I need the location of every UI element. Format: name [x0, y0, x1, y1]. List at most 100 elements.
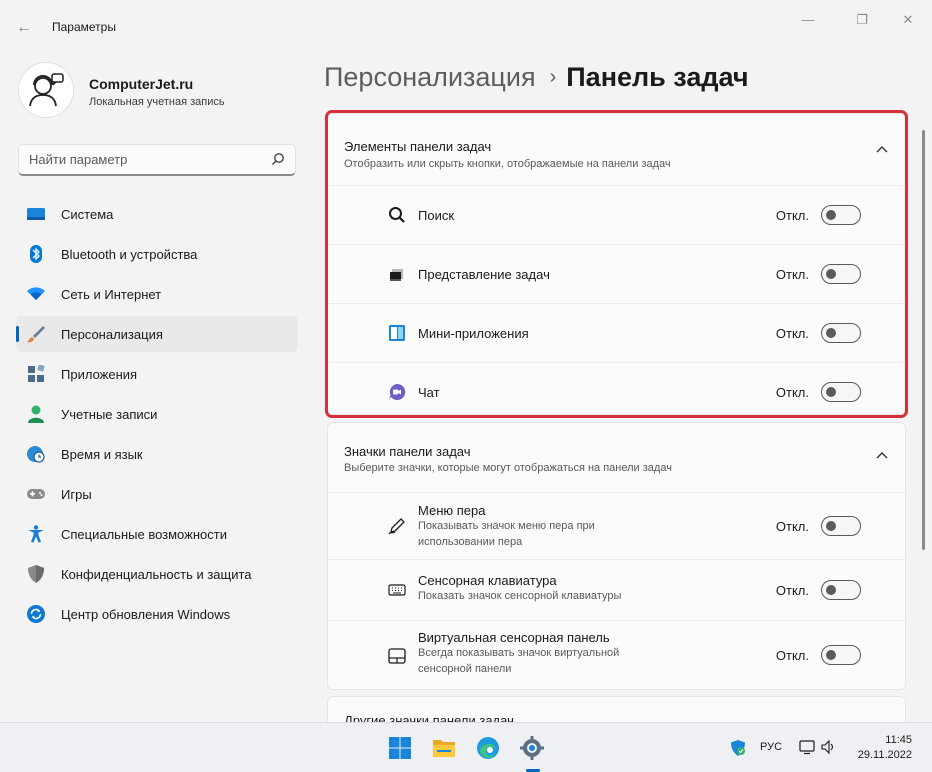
taskbar-icons-header[interactable]: Значки панели задач Выберите значки, кот… — [328, 423, 905, 493]
task-view-icon — [390, 269, 403, 281]
breadcrumb: Персонализация › Панель задач — [324, 62, 749, 93]
setting-row-touch-keyboard: Сенсорная клавиатура Показать значок сен… — [328, 560, 905, 621]
section-title: Элементы панели задач — [344, 139, 492, 154]
widgets-icon — [389, 325, 405, 341]
taskbar-items-header[interactable]: Элементы панели задач Отобразить или скр… — [328, 114, 905, 186]
title-bar: ← Параметры — ❐ ✕ — [0, 0, 932, 52]
gamepad-icon — [27, 489, 45, 499]
sidebar-item-label: Сеть и Интернет — [61, 287, 162, 302]
sidebar-item-label: Учетные записи — [61, 407, 158, 422]
toggle-state-text: Откл. — [775, 267, 809, 282]
sidebar-nav: Система Bluetooth и устройства Сеть и Ин… — [16, 196, 298, 636]
toggle-state-text: Откл. — [775, 208, 809, 223]
chat-toggle[interactable] — [821, 382, 861, 402]
globe-clock-icon — [27, 446, 45, 463]
input-language[interactable]: РУС — [760, 741, 782, 753]
sidebar-item-privacy[interactable]: Конфиденциальность и защита — [16, 556, 298, 592]
scrollbar[interactable] — [922, 130, 925, 550]
sidebar-item-personalization[interactable]: Персонализация — [16, 316, 298, 352]
sidebar-item-label: Конфиденциальность и защита — [61, 567, 252, 582]
sidebar-item-bluetooth[interactable]: Bluetooth и устройства — [16, 236, 298, 272]
file-explorer-icon[interactable] — [432, 736, 456, 760]
chevron-up-icon[interactable] — [875, 450, 889, 460]
touch-keyboard-toggle[interactable] — [821, 580, 861, 600]
setting-row-pen-menu: Меню пера Показывать значок меню пера пр… — [328, 493, 905, 560]
taskbar-icons-panel: Значки панели задач Выберите значки, кот… — [327, 422, 906, 690]
sidebar-item-accounts[interactable]: Учетные записи — [16, 396, 298, 432]
sidebar-item-gaming[interactable]: Игры — [16, 476, 298, 512]
search-input[interactable] — [19, 145, 259, 173]
sidebar-item-system[interactable]: Система — [16, 196, 298, 232]
setting-label-group: Виртуальная сенсорная панель Всегда пока… — [418, 630, 668, 677]
sidebar-item-label: Система — [61, 207, 114, 222]
setting-row-chat: Чат Откл. — [328, 363, 905, 414]
breadcrumb-separator: › — [549, 66, 557, 88]
setting-row-widgets: Мини-приложения Откл. — [328, 304, 905, 363]
avatar[interactable] — [18, 62, 74, 118]
accessibility-icon — [28, 525, 44, 543]
app-title: Параметры — [52, 20, 116, 34]
display-icon[interactable] — [799, 739, 815, 755]
touchpad-icon — [388, 648, 406, 664]
edge-browser-icon[interactable] — [476, 736, 500, 760]
sidebar-item-label: Bluetooth и устройства — [61, 247, 198, 262]
pen-menu-toggle[interactable] — [821, 516, 861, 536]
wifi-icon — [27, 287, 45, 300]
minimize-button[interactable]: — — [790, 10, 826, 30]
search-box[interactable] — [18, 144, 296, 176]
volume-icon[interactable] — [820, 739, 836, 755]
chat-icon — [389, 383, 406, 400]
sidebar-item-label: Центр обновления Windows — [61, 607, 231, 622]
setting-label-group: Меню пера Показывать значок меню пера пр… — [418, 503, 668, 550]
setting-label: Мини-приложения — [418, 326, 529, 341]
windows-start-icon[interactable] — [388, 736, 412, 760]
sidebar-item-label: Время и язык — [61, 447, 143, 462]
section-subtitle: Отобразить или скрыть кнопки, отображаем… — [344, 158, 671, 170]
widgets-toggle[interactable] — [821, 323, 861, 343]
setting-description: Показать значок сенсорной клавиатуры — [418, 590, 622, 602]
sidebar-item-windows-update[interactable]: Центр обновления Windows — [16, 596, 298, 632]
bluetooth-icon — [30, 245, 42, 263]
clock-date: 29.11.2022 — [857, 749, 912, 761]
setting-label: Сенсорная клавиатура — [418, 573, 557, 588]
settings-gear-icon[interactable] — [520, 736, 544, 760]
back-button[interactable]: ← — [12, 16, 36, 40]
chevron-up-icon[interactable] — [875, 144, 889, 154]
virtual-touchpad-toggle[interactable] — [821, 645, 861, 665]
toggle-state-text: Откл. — [775, 519, 809, 534]
toggle-state-text: Откл. — [775, 648, 809, 663]
search-icon — [389, 207, 405, 223]
windows-taskbar: РУС 11:45 29.11.2022 — [0, 722, 932, 772]
system-icon — [27, 208, 45, 220]
sidebar-item-apps[interactable]: Приложения — [16, 356, 298, 392]
brush-icon — [27, 326, 45, 343]
search-icon[interactable] — [271, 152, 285, 166]
sidebar-item-label: Игры — [61, 487, 92, 502]
breadcrumb-parent[interactable]: Персонализация — [324, 62, 536, 92]
keyboard-icon — [388, 584, 406, 596]
setting-label: Поиск — [418, 208, 455, 223]
setting-description: Показывать значок меню пера при использо… — [418, 520, 595, 548]
sidebar-item-network[interactable]: Сеть и Интернет — [16, 276, 298, 312]
sidebar-item-accessibility[interactable]: Специальные возможности — [16, 516, 298, 552]
task-view-toggle[interactable] — [821, 264, 861, 284]
setting-label: Меню пера — [418, 503, 486, 518]
system-clock[interactable]: 11:45 29.11.2022 — [858, 733, 912, 763]
taskbar-items-panel: Элементы панели задач Отобразить или скр… — [327, 113, 906, 415]
sidebar-item-time-language[interactable]: Время и язык — [16, 436, 298, 472]
setting-row-search: Поиск Откл. — [328, 186, 905, 245]
account-type: Локальная учетная запись — [89, 96, 225, 108]
shield-icon — [28, 565, 44, 583]
setting-row-task-view: Представление задач Откл. — [328, 245, 905, 304]
close-button[interactable]: ✕ — [890, 10, 926, 30]
sidebar-item-label: Специальные возможности — [61, 527, 227, 542]
toggle-state-text: Откл. — [775, 583, 809, 598]
setting-label-group: Сенсорная клавиатура Показать значок сен… — [418, 573, 668, 604]
section-title: Значки панели задач — [344, 444, 471, 459]
restore-button[interactable]: ❐ — [844, 10, 880, 30]
section-subtitle: Выберите значки, которые могут отображат… — [344, 462, 672, 474]
search-toggle[interactable] — [821, 205, 861, 225]
security-shield-icon[interactable] — [730, 740, 746, 756]
person-icon — [28, 405, 44, 423]
sidebar-item-label: Персонализация — [61, 327, 163, 342]
